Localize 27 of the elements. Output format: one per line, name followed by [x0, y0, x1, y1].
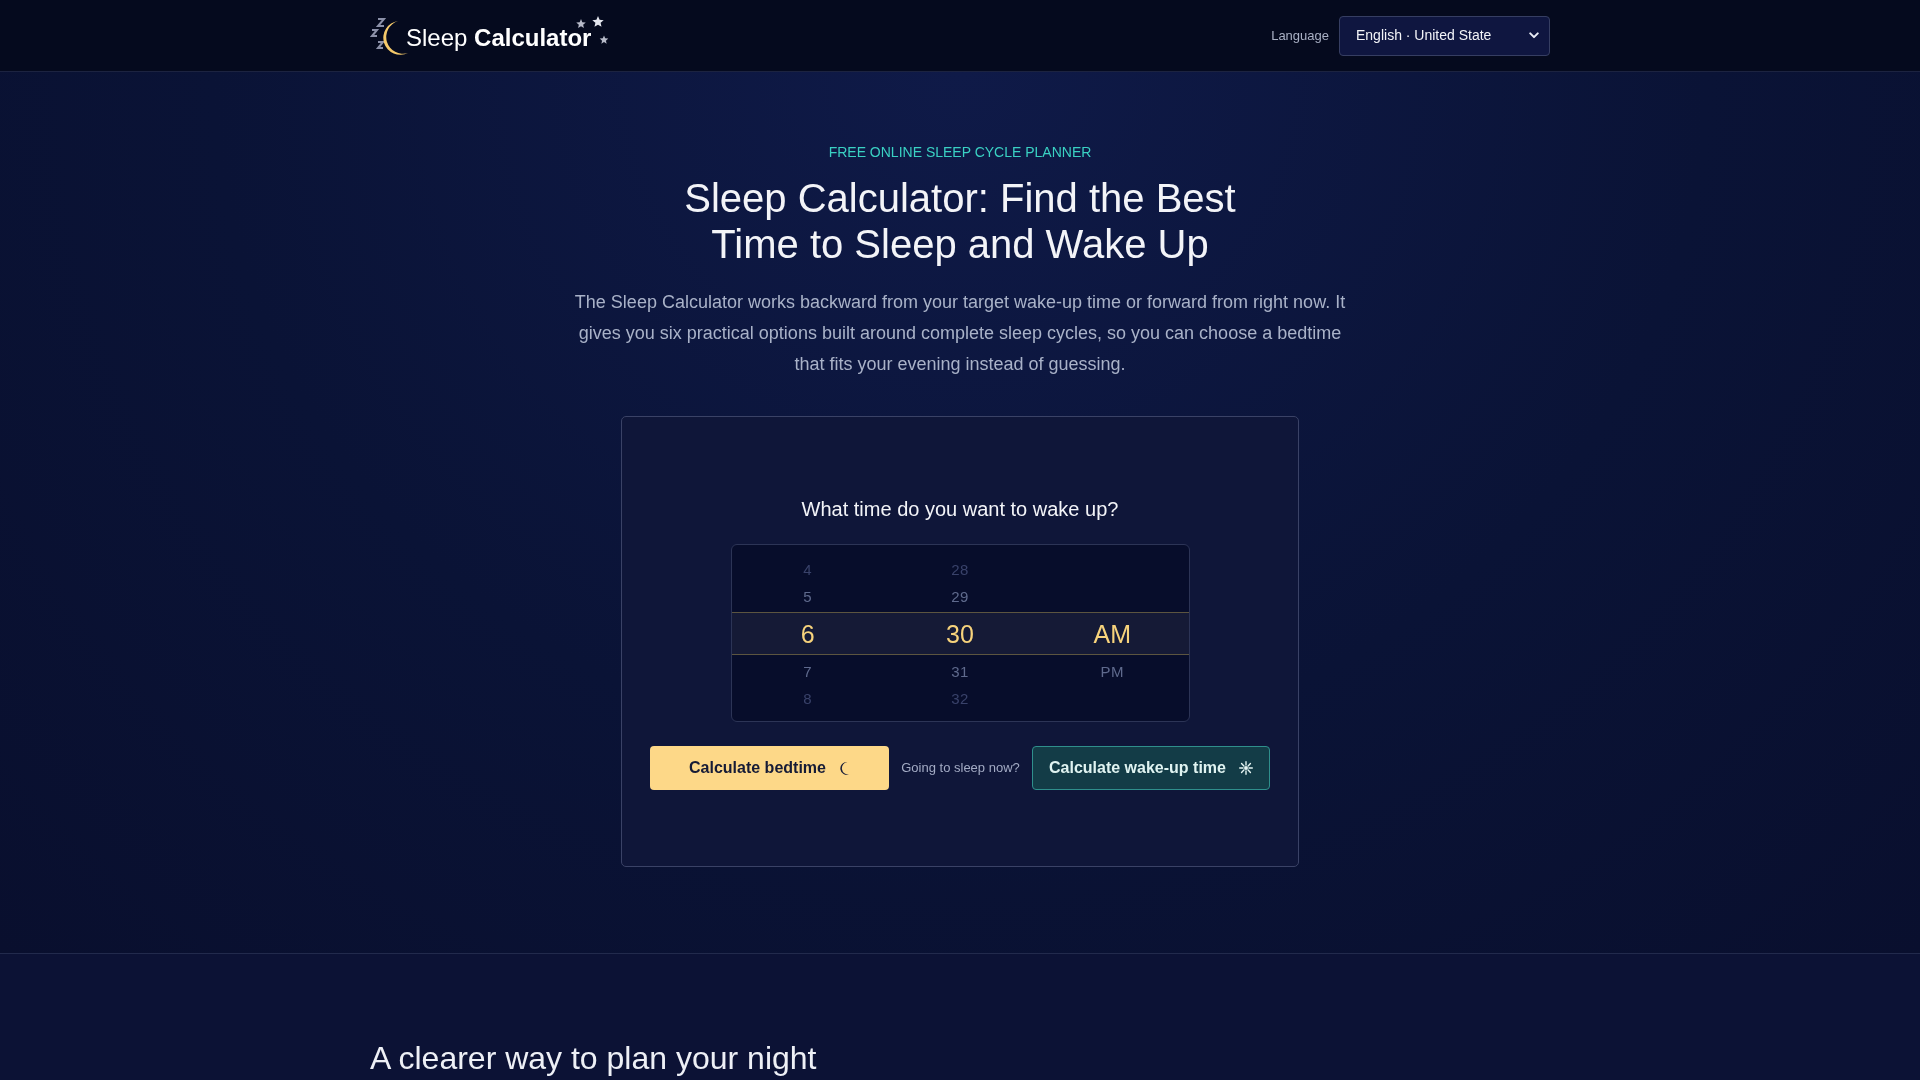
- picker-option[interactable]: 32: [951, 689, 969, 708]
- calculate-bedtime-button[interactable]: Calculate bedtime: [650, 746, 889, 790]
- logo-text: Sleep Calculator: [406, 22, 592, 53]
- wake-up-question: What time do you want to wake up?: [801, 497, 1119, 522]
- calculate-wake-up-button[interactable]: Calculate wake-up time: [1032, 746, 1270, 790]
- picker-option[interactable]: 31: [951, 662, 969, 681]
- picker-option[interactable]: 28: [951, 560, 969, 579]
- chevron-down-icon: [1529, 32, 1539, 39]
- picker-option[interactable]: AM: [1093, 617, 1132, 650]
- picker-option[interactable]: 8: [803, 689, 813, 708]
- intro-paragraph: The Sleep Calculator works backward from your target wake-up time or forward from right now. It gives you six practical options built around complete sleep cycles, so you can choose a bedtime that fits your evening instead of guessing.: [573, 291, 1347, 376]
- time-picker[interactable]: 4 5 28 29 6 30 AM 7 8 31 32 PM: [730, 544, 1190, 722]
- page-title: Sleep Calculator: Find the Best Time to Sleep and Wake Up: [683, 175, 1237, 267]
- picker-option[interactable]: PM: [1100, 662, 1125, 681]
- sun-icon: [1238, 761, 1253, 775]
- picker-option[interactable]: 6: [800, 617, 815, 650]
- picker-option[interactable]: 29: [951, 587, 969, 606]
- section-heading: A clearer way to plan your night: [370, 1039, 818, 1078]
- picker-option[interactable]: 7: [803, 662, 813, 681]
- sleep-now-prompt: Going to sleep now?: [901, 759, 1020, 778]
- picker-option[interactable]: 5: [803, 587, 813, 606]
- language-select[interactable]: English · United State: [1339, 15, 1550, 56]
- picker-option[interactable]: 4: [803, 560, 813, 579]
- picker-option[interactable]: 30: [946, 617, 974, 650]
- language-label: Language: [1271, 26, 1329, 45]
- eyebrow-text: FREE ONLINE SLEEP CYCLE PLANNER: [828, 143, 1092, 162]
- crescent-moon-icon: [838, 760, 850, 776]
